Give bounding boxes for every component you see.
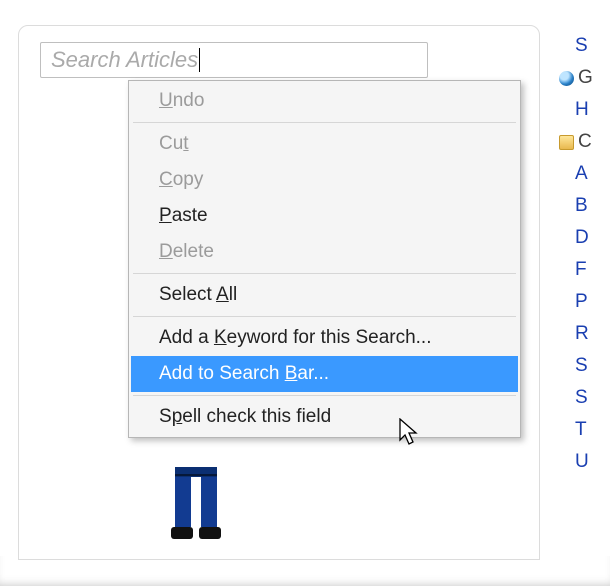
sidebar-link[interactable]: B [545, 190, 610, 222]
menu-item-paste[interactable]: Paste [131, 198, 518, 234]
menu-item-delete[interactable]: Delete [131, 234, 518, 270]
sidebar-link[interactable]: S [545, 30, 610, 62]
menu-item-spell-check[interactable]: Spell check this field [131, 399, 518, 435]
sidebar-link[interactable]: P [545, 286, 610, 318]
page-shadow [0, 556, 610, 586]
sidebar-link[interactable]: H [545, 94, 610, 126]
context-menu: Undo Cut Copy Paste Delete Select All Ad… [128, 80, 521, 438]
menu-item-add-keyword[interactable]: Add a Keyword for this Search... [131, 320, 518, 356]
sidebar-link[interactable]: D [545, 222, 610, 254]
sidebar-header[interactable]: C [545, 126, 610, 158]
search-input[interactable]: Search Articles [40, 42, 428, 78]
search-placeholder: Search Articles [51, 46, 198, 74]
menu-item-cut[interactable]: Cut [131, 126, 518, 162]
sidebar-link[interactable]: F [545, 254, 610, 286]
menu-separator [133, 395, 516, 396]
menu-separator [133, 273, 516, 274]
folder-icon [559, 135, 574, 150]
menu-item-undo[interactable]: Undo [131, 83, 518, 119]
menu-separator [133, 316, 516, 317]
globe-icon [559, 71, 574, 86]
sidebar-link[interactable]: A [545, 158, 610, 190]
menu-separator [133, 122, 516, 123]
menu-item-add-to-search-bar[interactable]: Add to Search Bar... [131, 356, 518, 392]
text-caret [199, 48, 200, 72]
sidebar-link[interactable]: S [545, 350, 610, 382]
menu-item-select-all[interactable]: Select All [131, 277, 518, 313]
sidebar-link[interactable]: T [545, 414, 610, 446]
sidebar-header[interactable]: G [545, 62, 610, 94]
menu-item-copy[interactable]: Copy [131, 162, 518, 198]
sidebar-link[interactable]: S [545, 382, 610, 414]
sidebar: S G H C A B D F P R S S T U [545, 0, 610, 586]
sidebar-link[interactable]: U [545, 446, 610, 478]
sidebar-link[interactable]: R [545, 318, 610, 350]
